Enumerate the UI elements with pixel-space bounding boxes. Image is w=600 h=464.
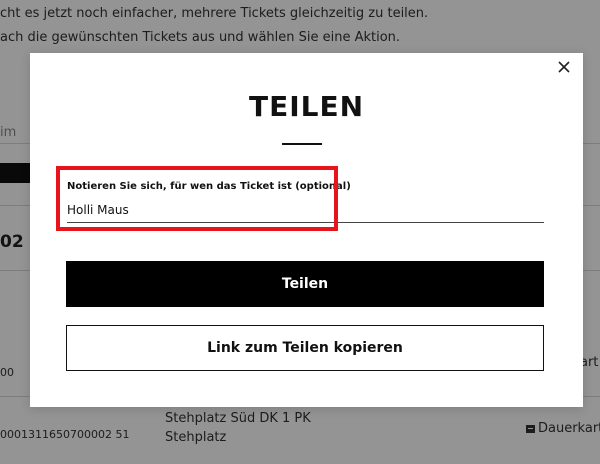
- close-icon: [558, 61, 570, 73]
- recipient-field-label: Notieren Sie sich, für wen das Ticket is…: [67, 181, 351, 192]
- ticket-page: cht es jetzt noch einfacher, mehrere Tic…: [0, 0, 600, 464]
- close-button[interactable]: [556, 59, 572, 75]
- copy-link-button[interactable]: Link zum Teilen kopieren: [66, 325, 544, 371]
- title-divider: [282, 143, 322, 145]
- recipient-name-input[interactable]: [67, 198, 544, 223]
- dialog-title: TEILEN: [248, 90, 365, 123]
- share-dialog: TEILEN Notieren Sie sich, für wen das Ti…: [30, 53, 583, 407]
- share-button[interactable]: Teilen: [66, 261, 544, 307]
